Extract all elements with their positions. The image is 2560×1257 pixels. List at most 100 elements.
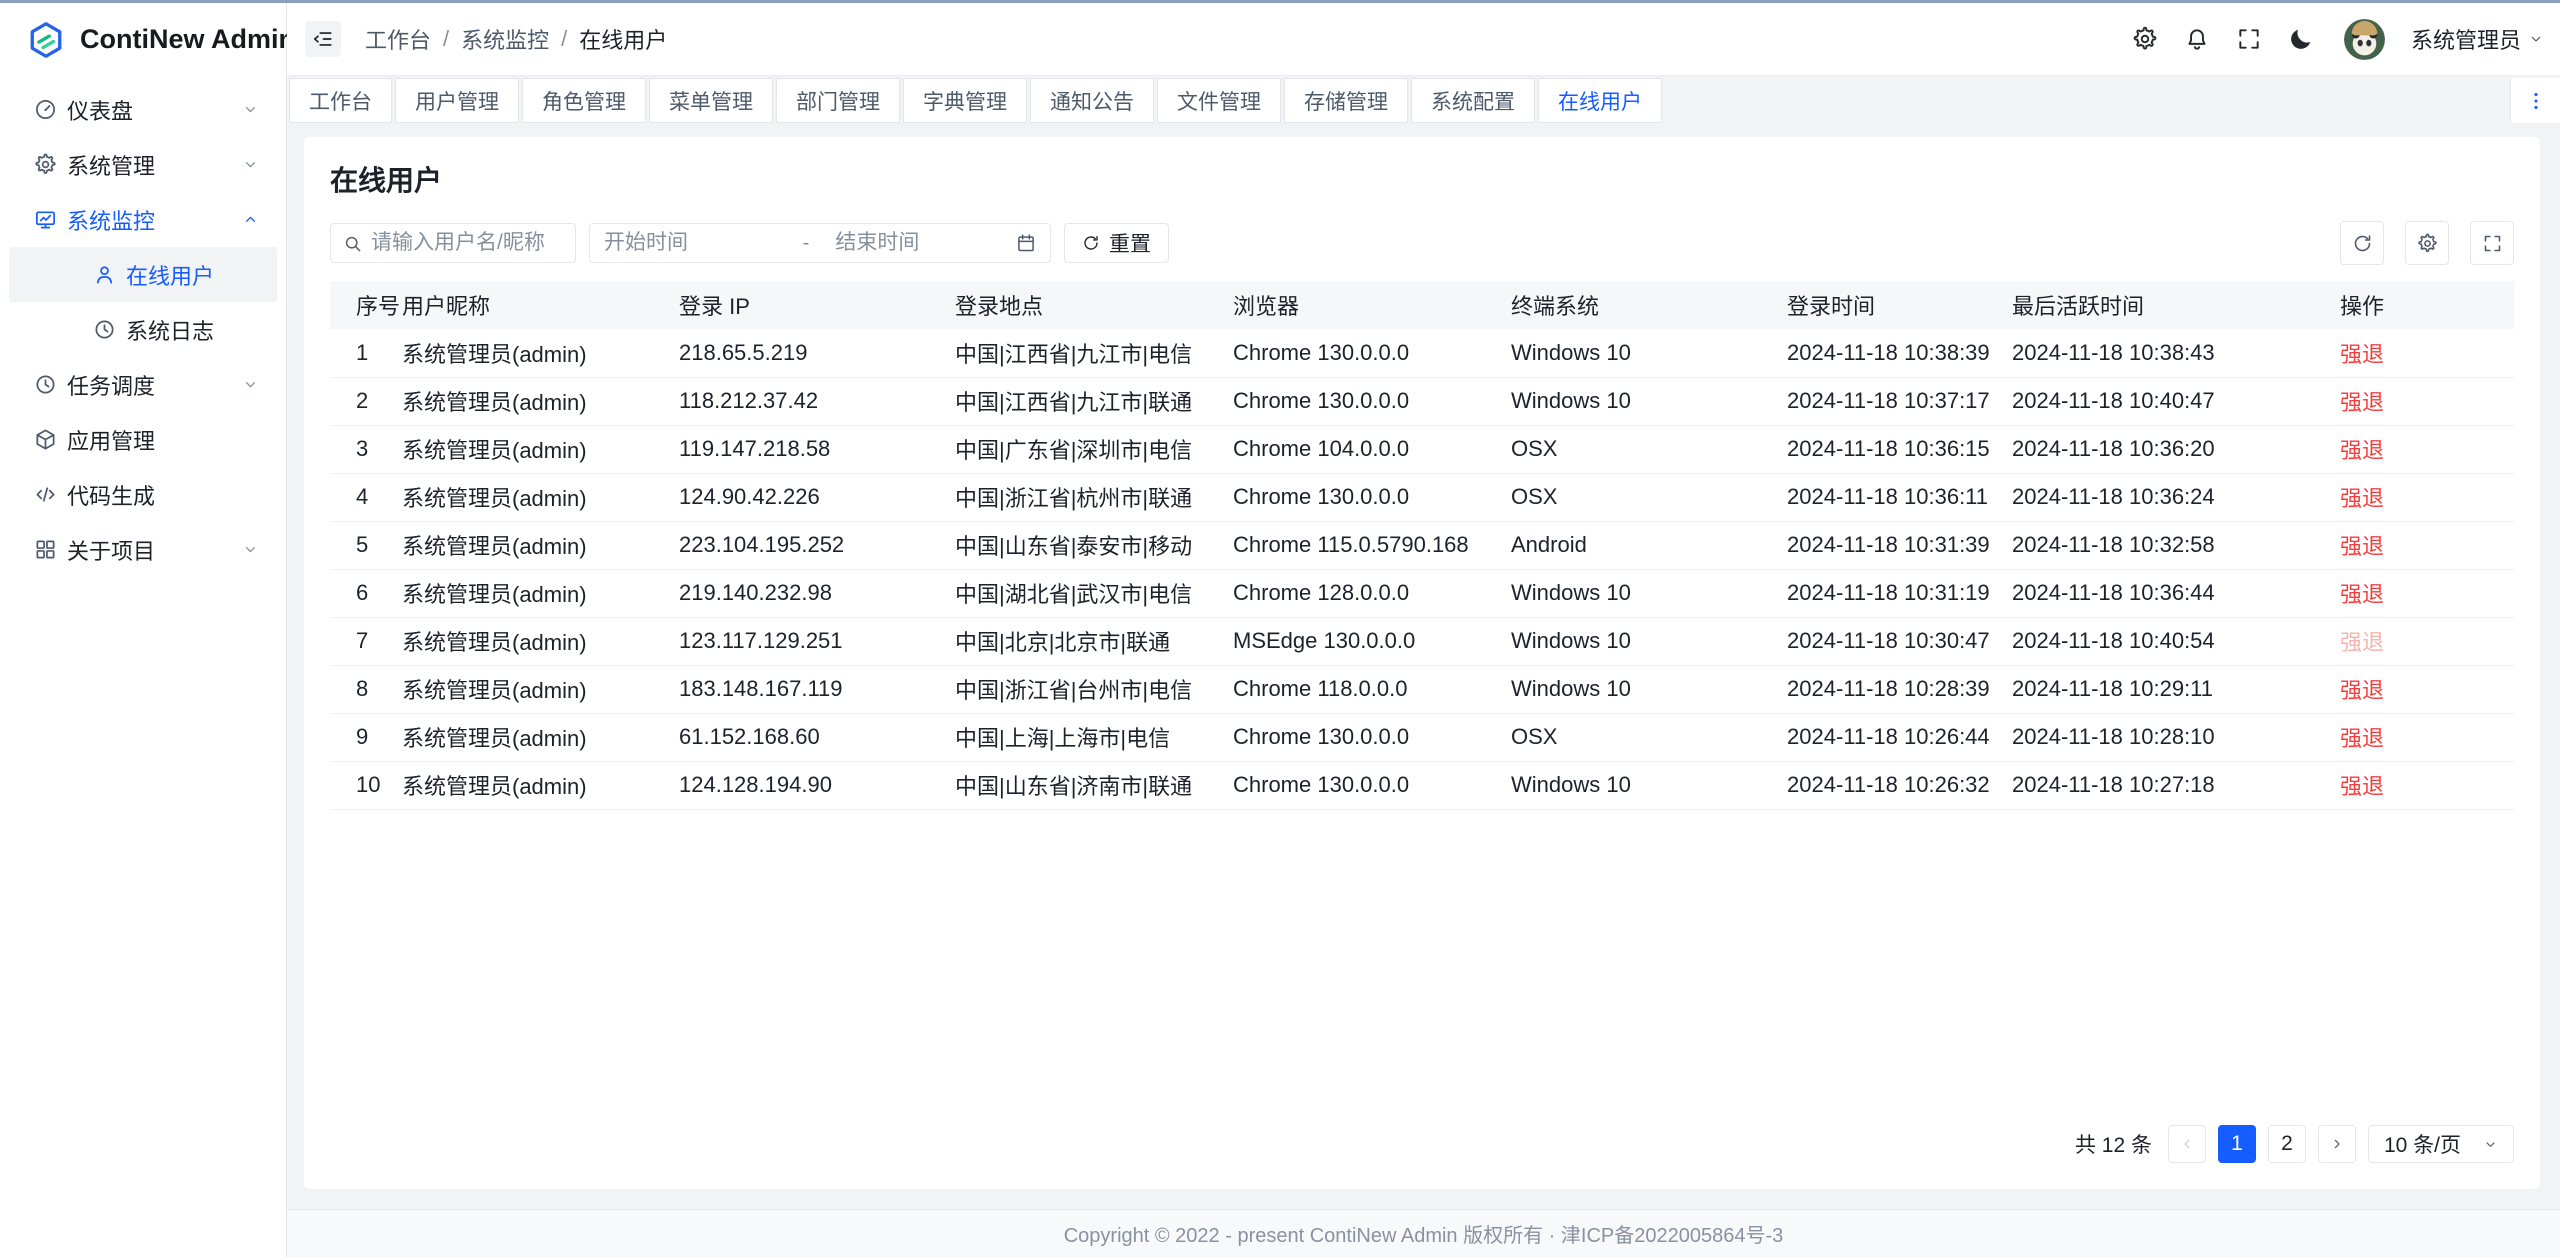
chevron-icon [242,486,259,503]
column-header-index: 序号 [330,281,402,329]
cell-last-active: 2024-11-18 10:32:58 [2012,521,2340,569]
sidebar-item-label: 系统管理 [67,149,155,181]
tab-user-management[interactable]: 用户管理 [395,78,519,123]
sidebar-item-online-users[interactable]: 在线用户 [9,247,277,302]
sidebar-item-task-scheduler[interactable]: 任务调度 [9,357,277,412]
calendar-icon [1016,233,1036,253]
cell-ip: 183.148.167.119 [679,665,955,713]
app-logo[interactable]: ContiNew Admin [0,3,286,76]
force-logout-link[interactable]: 强退 [2340,342,2384,367]
content-area: 在线用户 - 重置 [287,125,2560,1209]
tab-dict-management[interactable]: 字典管理 [903,78,1027,123]
sidebar-item-code-generation[interactable]: 代码生成 [9,467,277,522]
breadcrumb-separator: / [561,26,567,52]
online-users-table: 序号 用户昵称 登录 IP 登录地点 浏览器 终端系统 登录时间 最后活跃时间 … [330,281,2514,810]
tab-online-users[interactable]: 在线用户 [1538,78,1662,123]
cell-index: 3 [330,425,402,473]
page-size-select[interactable]: 10 条/页 [2368,1125,2514,1163]
tab-storage-management[interactable]: 存储管理 [1284,78,1408,123]
sidebar-item-about-project[interactable]: 关于项目 [9,522,277,577]
breadcrumb-separator: / [443,26,449,52]
cell-ip: 119.147.218.58 [679,425,955,473]
force-logout-link[interactable]: 强退 [2340,774,2384,799]
cell-index: 9 [330,713,402,761]
sidebar-item-system-management[interactable]: 系统管理 [9,137,277,192]
chevron-down-icon [2528,31,2544,47]
tab-more-button[interactable] [2510,78,2560,123]
force-logout-link[interactable]: 强退 [2340,534,2384,559]
sidebar-menu: 仪表盘 系统管理 系统监控 在线用户 [0,76,286,577]
force-logout-link[interactable]: 强退 [2340,390,2384,415]
pagination-page-2[interactable]: 2 [2268,1125,2306,1163]
cell-browser: Chrome 104.0.0.0 [1233,425,1511,473]
breadcrumb-item-system-monitor[interactable]: 系统监控 [461,23,549,55]
sidebar-item-system-monitor[interactable]: 系统监控 [9,192,277,247]
table-row: 9 系统管理员(admin) 61.152.168.60 中国|上海|上海市|电… [330,713,2514,761]
start-time-input[interactable] [604,231,777,255]
fullscreen-icon[interactable] [2236,26,2262,52]
table-fullscreen-button[interactable] [2470,221,2514,265]
cell-os: Windows 10 [1511,329,1787,377]
tab-system-config[interactable]: 系统配置 [1411,78,1535,123]
cell-index: 2 [330,377,402,425]
force-logout-link[interactable]: 强退 [2340,630,2384,655]
pagination-prev-button[interactable] [2168,1125,2206,1163]
cell-browser: Chrome 130.0.0.0 [1233,713,1511,761]
force-logout-link[interactable]: 强退 [2340,438,2384,463]
cell-nickname: 系统管理员(admin) [402,425,679,473]
column-header-last-active: 最后活跃时间 [2012,281,2340,329]
cell-browser: Chrome 115.0.5790.168 [1233,521,1511,569]
chevron-icon [242,321,259,338]
sidebar-item-icon [93,263,116,286]
force-logout-link[interactable]: 强退 [2340,726,2384,751]
table-settings-button[interactable] [2405,221,2449,265]
user-menu[interactable]: 系统管理员 [2411,23,2544,55]
pagination-next-button[interactable] [2318,1125,2356,1163]
tab-department-management[interactable]: 部门管理 [776,78,900,123]
sidebar-item-label: 系统监控 [67,204,155,236]
cell-login-time: 2024-11-18 10:36:15 [1787,425,2012,473]
sidebar-item-dashboard[interactable]: 仪表盘 [9,82,277,137]
cell-login-time: 2024-11-18 10:31:39 [1787,521,2012,569]
chevron-left-icon [2179,1136,2195,1152]
sidebar: ContiNew Admin 仪表盘 系统管理 系统监控 [0,3,287,1257]
settings-icon[interactable] [2132,26,2158,52]
refresh-icon [1082,234,1100,252]
tab-workbench[interactable]: 工作台 [289,78,392,123]
tab-notice[interactable]: 通知公告 [1030,78,1154,123]
cell-ip: 61.152.168.60 [679,713,955,761]
tab-role-management[interactable]: 角色管理 [522,78,646,123]
avatar[interactable] [2344,19,2385,60]
page-title: 在线用户 [330,159,2514,199]
cell-login-time: 2024-11-18 10:28:39 [1787,665,2012,713]
force-logout-link[interactable]: 强退 [2340,486,2384,511]
search-input[interactable] [371,231,563,255]
chevron-icon [242,266,259,283]
user-name-label: 系统管理员 [2411,23,2521,55]
sidebar-item-app-management[interactable]: 应用管理 [9,412,277,467]
pagination-page-1[interactable]: 1 [2218,1125,2256,1163]
tab-label: 系统配置 [1431,86,1515,116]
notifications-bell-icon[interactable] [2184,26,2210,52]
pagination: 共 12 条 1 2 [330,1105,2514,1189]
tab-menu-management[interactable]: 菜单管理 [649,78,773,123]
force-logout-link[interactable]: 强退 [2340,678,2384,703]
footer: Copyright © 2022 - present ContiNew Admi… [287,1209,2560,1257]
tab-file-management[interactable]: 文件管理 [1157,78,1281,123]
menu-fold-icon [312,28,334,50]
refresh-table-button[interactable] [2340,221,2384,265]
sidebar-item-icon [34,483,57,506]
cell-index: 8 [330,665,402,713]
cell-os: Windows 10 [1511,569,1787,617]
breadcrumb-item-workbench[interactable]: 工作台 [365,23,431,55]
reset-button[interactable]: 重置 [1064,223,1169,263]
end-time-input[interactable] [835,231,1008,255]
cell-nickname: 系统管理员(admin) [402,665,679,713]
dark-mode-moon-icon[interactable] [2288,26,2314,52]
cell-last-active: 2024-11-18 10:36:44 [2012,569,2340,617]
collapse-sidebar-button[interactable] [305,21,341,57]
cell-browser: Chrome 130.0.0.0 [1233,473,1511,521]
table-row: 10 系统管理员(admin) 124.128.194.90 中国|山东省|济南… [330,761,2514,809]
sidebar-item-system-logs[interactable]: 系统日志 [9,302,277,357]
force-logout-link[interactable]: 强退 [2340,582,2384,607]
